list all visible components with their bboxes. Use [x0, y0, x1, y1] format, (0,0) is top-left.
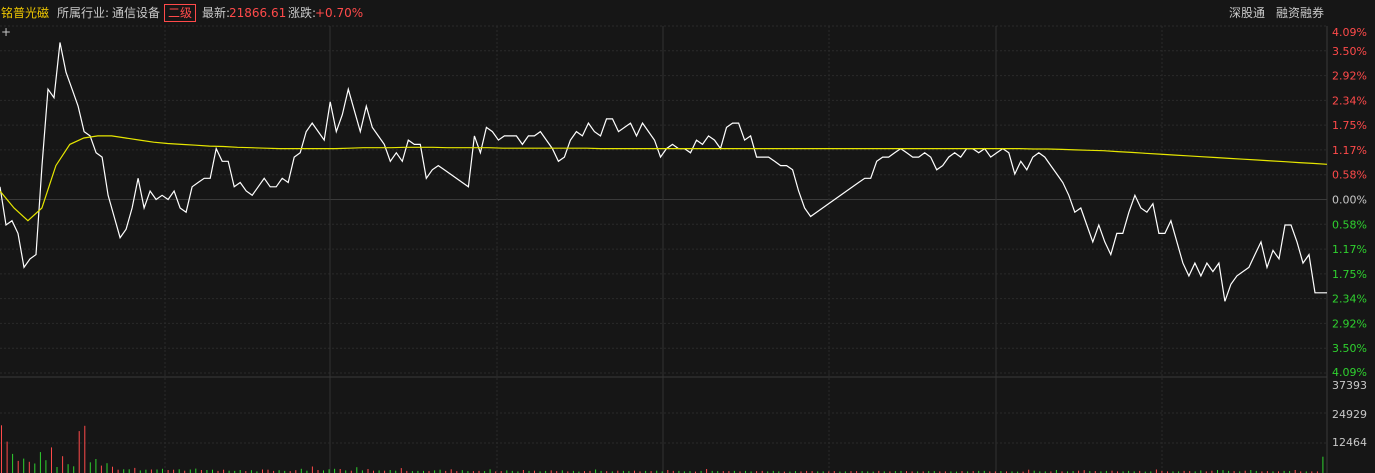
volume-bar: [12, 453, 14, 473]
volume-bar: [450, 469, 452, 473]
volume-bar: [400, 468, 402, 473]
volume-bar: [73, 466, 75, 473]
y-tick-label: 4.09%: [1332, 366, 1367, 379]
volume-bar: [17, 460, 19, 473]
volume-bar: [112, 466, 113, 473]
volume-bar: [162, 468, 163, 473]
volume-bar: [356, 467, 358, 473]
volume-bar: [706, 469, 708, 473]
y-tick-label: 2.34%: [1332, 94, 1367, 107]
volume-bar: [39, 452, 41, 473]
volume-tick-label: 24929: [1332, 408, 1367, 421]
y-tick-label: 1.75%: [1332, 268, 1367, 281]
volume-bar: [106, 463, 108, 473]
volume-bar: [28, 461, 30, 473]
volume-bar: [1155, 469, 1157, 473]
volume-bar: [67, 464, 69, 473]
volume-bar: [328, 469, 330, 473]
stock-intraday-chart-panel: { "header": { "stock_name": "铭普光磁", "ind…: [0, 0, 1375, 473]
volume-bar: [339, 469, 341, 473]
volume-bar: [23, 458, 25, 473]
y-tick-label: 3.50%: [1332, 45, 1367, 58]
volume-bar: [51, 447, 52, 473]
y-tick-label: 2.92%: [1332, 317, 1367, 330]
volume-bar: [311, 466, 313, 473]
volume-tick-label: 12464: [1332, 436, 1367, 449]
y-tick-label: 2.92%: [1332, 70, 1367, 83]
volume-bar: [300, 468, 302, 473]
volume-bar: [367, 469, 369, 473]
volume-bar: [189, 469, 191, 473]
volume-bar: [123, 469, 125, 473]
volume-bar: [56, 467, 58, 473]
volume-bar: [156, 469, 158, 473]
y-tick-label: 1.17%: [1332, 144, 1367, 157]
volume-bar: [195, 468, 197, 473]
volume-bar: [150, 469, 152, 473]
intraday-chart-svg: 4.09% 3.50% 2.92% 2.34% 1.75% 1.17% 0.58% 0.00%…: [0, 25, 1367, 473]
volume-bar: [1, 425, 2, 473]
volume-bar: [178, 469, 180, 473]
volume-bar: [100, 465, 102, 473]
volume-bar: [128, 469, 130, 473]
volume-bar: [89, 462, 91, 473]
y-tick-label: 0.00%: [1332, 194, 1367, 207]
volume-bar: [78, 431, 80, 473]
volume-bar: [45, 460, 47, 473]
volume-bar: [134, 467, 136, 473]
volume-bar: [84, 425, 86, 473]
volume-bar: [334, 468, 336, 473]
y-tick-label: 1.17%: [1332, 243, 1367, 256]
volume-bar: [489, 469, 491, 473]
y-tick-label: 0.58%: [1332, 218, 1367, 231]
volume-bar: [6, 441, 8, 473]
volume-bar: [595, 469, 597, 473]
y-tick-label: 0.58%: [1332, 169, 1367, 182]
volume-bar: [95, 459, 97, 473]
volume-bar: [262, 469, 263, 473]
volume-bar: [34, 463, 36, 473]
volume-bar: [62, 456, 64, 473]
y-tick-label: 1.75%: [1332, 119, 1367, 132]
y-tick-label: 3.50%: [1332, 342, 1367, 355]
volume-bar: [1322, 456, 1324, 473]
y-tick-label: 2.34%: [1332, 293, 1367, 306]
volume-tick-label: 37393: [1332, 379, 1367, 392]
y-tick-label: 4.09%: [1332, 26, 1367, 39]
